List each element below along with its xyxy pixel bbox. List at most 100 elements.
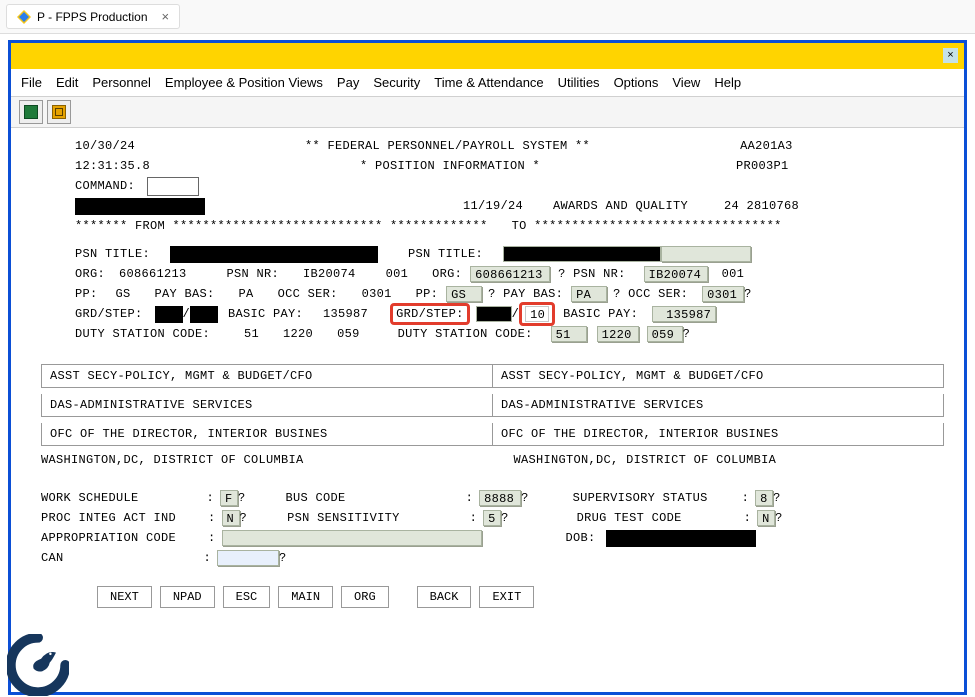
main-button[interactable]: MAIN [278,586,333,608]
from-org: 608661213 [119,267,187,281]
from-org-3: OFC OF THE DIRECTOR, INTERIOR BUSINES [41,423,493,446]
terminal-area: 10/30/24 ** FEDERAL PERSONNEL/PAYROLL SY… [11,128,964,608]
psn-sens-field[interactable]: 5 [483,510,501,526]
from-band: ******* FROM ***************************… [75,219,488,233]
drug-field[interactable]: N [757,510,775,526]
to-step-field[interactable]: 10 [525,306,549,322]
to-duty3-field[interactable]: 059 [647,326,683,342]
to-paybas-field[interactable]: PA [571,286,607,302]
work-schedule-field[interactable]: F [220,490,238,506]
proc-field[interactable]: N [222,510,240,526]
to-pp-label: PP: [416,287,439,301]
sup-status-label: SUPERVISORY STATUS [573,491,708,505]
drug-label: DRUG TEST CODE [577,511,682,525]
org-hierarchy-row-3: OFC OF THE DIRECTOR, INTERIOR BUSINES OF… [41,423,944,446]
to-org-1: ASST SECY-POLICY, MGMT & BUDGET/CFO [493,364,944,388]
from-step-redacted [190,306,218,323]
header-date: 10/30/24 [75,139,135,153]
to-psn-nr-field[interactable]: IB20074 [644,266,708,282]
menu-edit[interactable]: Edit [56,75,78,90]
to-org-2: DAS-ADMINISTRATIVE SERVICES [493,394,944,417]
menu-time-attendance[interactable]: Time & Attendance [434,75,543,90]
from-org-2: DAS-ADMINISTRATIVE SERVICES [41,394,493,417]
screen-title: * POSITION INFORMATION * [360,159,540,173]
from-duty1: 51 [244,327,259,341]
from-psn-nr-label: PSN NR: [227,267,280,281]
from-basicpay: 135987 [323,307,368,321]
toolbar [11,97,964,128]
menu-security[interactable]: Security [373,75,420,90]
exit-button[interactable]: EXIT [479,586,534,608]
org-hierarchy-row-1: ASST SECY-POLICY, MGMT & BUDGET/CFO ASST… [41,364,944,388]
from-grade-redacted [155,306,183,323]
to-psn-title-label: PSN TITLE: [408,247,483,261]
to-basicpay-label: BASIC PAY: [563,307,638,321]
to-duty2-field[interactable]: 1220 [597,326,639,342]
menu-pay[interactable]: Pay [337,75,359,90]
to-psn-title-field[interactable] [661,246,751,262]
to-org-3: OFC OF THE DIRECTOR, INTERIOR BUSINES [493,423,944,446]
from-psn-nr-seq: 001 [386,267,409,281]
window-tabbar: P - FPPS Production × [0,0,975,34]
agency-logo [7,634,69,696]
work-schedule-label: WORK SCHEDULE [41,491,139,505]
org-button[interactable]: ORG [341,586,389,608]
menu-view[interactable]: View [672,75,700,90]
menu-employee-position-views[interactable]: Employee & Position Views [165,75,323,90]
to-psn-nr-seq: 001 [722,267,745,281]
system-banner: ** FEDERAL PERSONNEL/PAYROLL SYSTEM ** [305,139,590,153]
from-pp-label: PP: [75,287,98,301]
to-occser-field[interactable]: 0301 [702,286,744,302]
question-mark-icon: ? [683,327,691,341]
menu-personnel[interactable]: Personnel [92,75,151,90]
from-basicpay-label: BASIC PAY: [228,307,303,321]
screen-code-2: PR003P1 [736,159,789,173]
to-occser-label: ? OCC SER: [613,287,688,301]
question-mark-icon: ? [744,287,752,301]
esc-button[interactable]: ESC [223,586,271,608]
from-duty2: 1220 [283,327,313,341]
from-location: WASHINGTON,DC, DISTRICT OF COLUMBIA [41,453,304,467]
titlebar-close-button[interactable]: × [943,48,958,63]
can-field[interactable] [217,550,279,566]
window-tab[interactable]: P - FPPS Production × [6,4,180,29]
to-org-field[interactable]: 608661213 [470,266,550,282]
effective-date: 11/19/24 [463,199,523,213]
to-grdstep-label: GRD/STEP: [396,307,464,321]
close-icon[interactable]: × [162,9,170,24]
dob-redacted [606,530,756,547]
redacted-user [75,198,205,215]
back-button[interactable]: BACK [417,586,472,608]
to-grade-field[interactable] [476,306,512,322]
next-button[interactable]: NEXT [97,586,152,608]
bus-code-label: BUS CODE [286,491,346,505]
from-paybas: PA [239,287,254,301]
approp-label: APPROPRIATION CODE [41,531,176,545]
proc-label: PROC INTEG ACT IND [41,511,176,525]
toolbar-button-2[interactable] [47,100,71,124]
command-input[interactable] [147,177,199,196]
from-psn-nr: IB20074 [303,267,356,281]
sup-status-field[interactable]: 8 [755,490,773,506]
psn-sens-label: PSN SENSITIVITY [287,511,400,525]
to-pp-field[interactable]: GS [446,286,482,302]
to-basicpay-field[interactable]: 135987 [652,306,716,322]
npad-button[interactable]: NPAD [160,586,215,608]
title-bar: × [11,43,964,69]
app-icon [17,10,31,24]
menu-file[interactable]: File [21,75,42,90]
to-org-label: ORG: [432,267,462,281]
menu-bar: File Edit Personnel Employee & Position … [11,69,964,97]
menu-options[interactable]: Options [614,75,659,90]
from-pp: GS [116,287,131,301]
org-hierarchy-row-2: DAS-ADMINISTRATIVE SERVICES DAS-ADMINIST… [41,394,944,417]
menu-help[interactable]: Help [714,75,741,90]
menu-utilities[interactable]: Utilities [558,75,600,90]
from-org-1: ASST SECY-POLICY, MGMT & BUDGET/CFO [41,364,493,388]
bus-code-field[interactable]: 8888 [479,490,521,506]
to-psn-title-redacted [503,246,661,262]
toolbar-button-1[interactable] [19,100,43,124]
to-duty1-field[interactable]: 51 [551,326,587,342]
from-duty-label: DUTY STATION CODE: [75,327,210,341]
approp-field[interactable] [222,530,482,546]
